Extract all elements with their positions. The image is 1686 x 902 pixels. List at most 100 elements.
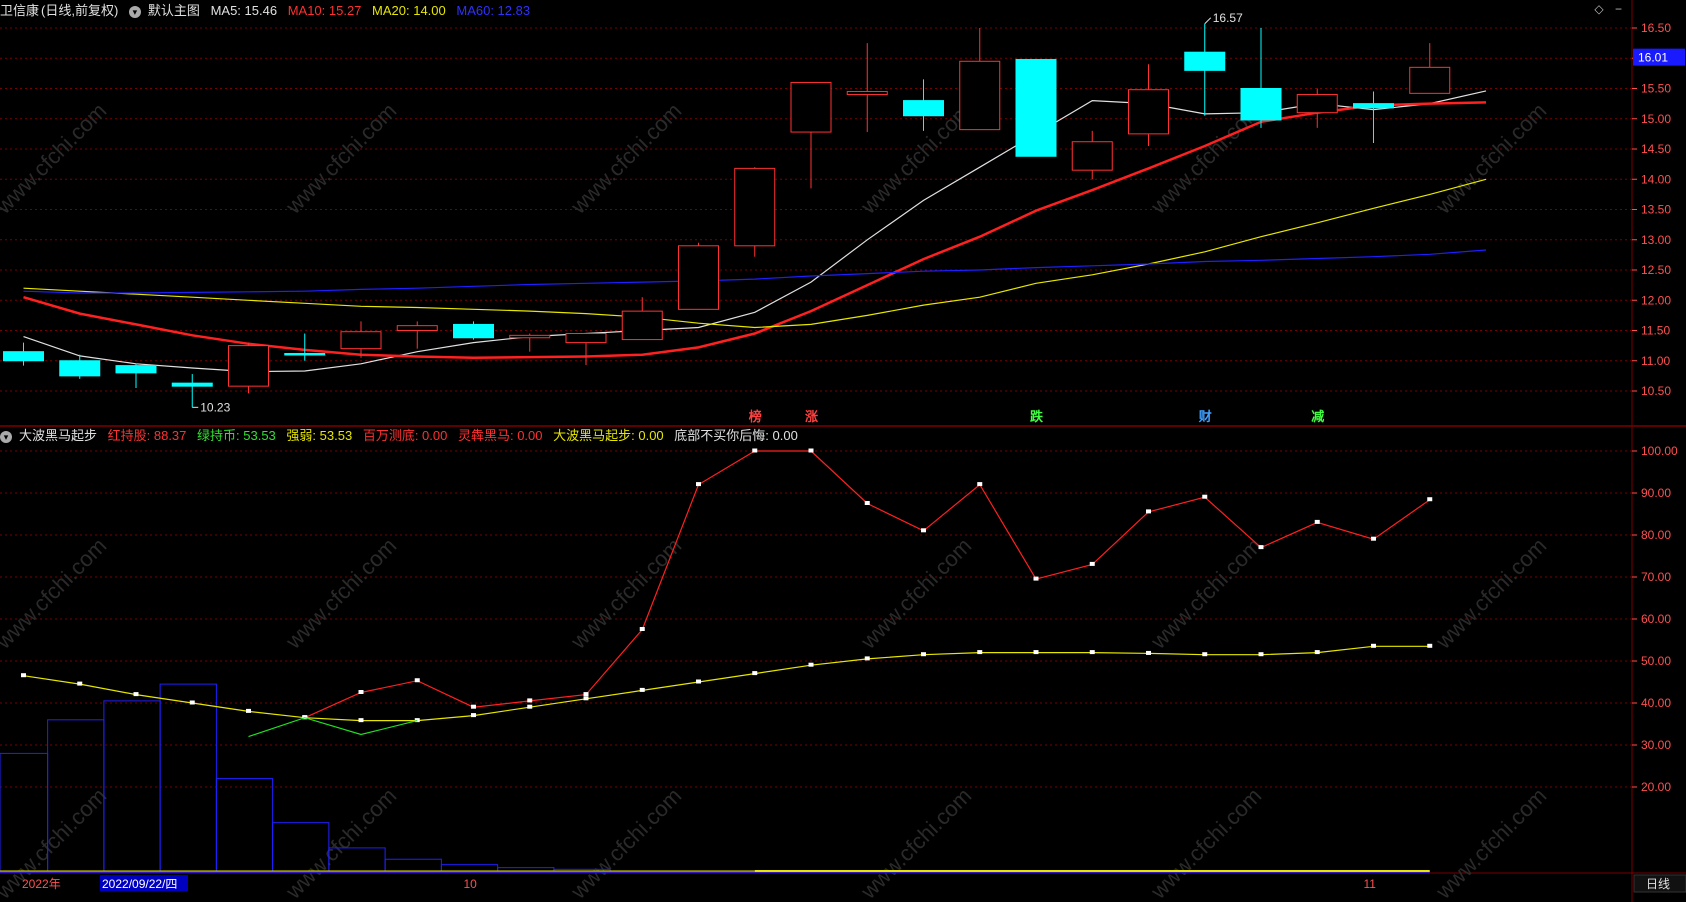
y-tick-label: 10.50 [1641, 384, 1671, 398]
y-tick-label: 16.50 [1641, 21, 1671, 35]
period-info: (日线,前复权) [41, 3, 119, 18]
y-tick-label: 15.50 [1641, 82, 1671, 96]
indicator-point [1314, 650, 1320, 655]
chevron-down-icon[interactable]: ▾ [0, 430, 12, 443]
main-chart-header: 卫信康 (日线,前复权) ▾ 默认主图 MA5: 15.46 MA10: 15.27… [0, 0, 537, 22]
candle-body [1071, 141, 1113, 171]
indicator-point [21, 673, 26, 678]
indicator-value-3: 强弱: 53.53 [286, 428, 353, 443]
y-tick-label: 30.00 [1641, 738, 1671, 752]
indicator-name[interactable]: 大波黑马起步 [19, 428, 97, 443]
indicator-point [189, 700, 195, 705]
indicator-point [358, 690, 364, 694]
y-tick-label: 100.00 [1641, 444, 1678, 458]
indicator-point [921, 652, 926, 657]
y-tick-label: 90.00 [1641, 486, 1671, 500]
indicator-point [1089, 561, 1095, 566]
candle-body [115, 365, 157, 374]
indicator-header: ▾ 大波黑马起步 红持股: 88.37 绿持币: 53.53 强弱: 53.53 … [0, 425, 805, 447]
indicator-point [583, 696, 589, 701]
indicator-point [1146, 650, 1151, 655]
indicator-point [471, 704, 476, 709]
indicator-point [696, 679, 701, 684]
y-tick-label: 14.00 [1641, 172, 1671, 186]
chevron-down-icon[interactable]: ▾ [128, 5, 141, 18]
current-price-label: 16.01 [1638, 51, 1668, 65]
indicator-point [471, 713, 476, 718]
ma5-value: MA5: 15.46 [210, 3, 278, 18]
y-tick-label: 70.00 [1641, 570, 1671, 584]
period-button-label: 日线 [1646, 877, 1670, 891]
indicator-point [639, 687, 645, 692]
indicator-point [864, 656, 870, 661]
indicator-value-5: 灵犇黑马: 0.00 [457, 428, 543, 443]
signal-label: 减 [1311, 409, 1324, 424]
candle-body [678, 245, 719, 310]
stock-name[interactable]: 卫信康 [0, 3, 39, 18]
y-tick-label: 13.00 [1641, 233, 1671, 247]
candle-body [396, 325, 438, 332]
signal-label: 财 [1199, 409, 1212, 424]
indicator-point [752, 448, 758, 453]
y-tick-label: 80.00 [1641, 528, 1671, 542]
candle-body [565, 333, 607, 344]
y-tick-label: 11.50 [1641, 324, 1670, 338]
indicator-point [358, 718, 364, 723]
indicator-value-6: 大波黑马起步: 0.00 [553, 428, 664, 443]
candle [678, 242, 719, 310]
candle [734, 167, 776, 257]
candle-body [1015, 58, 1057, 157]
candle-body [1184, 51, 1226, 71]
indicator-value-1: 红持股: 88.37 [107, 428, 187, 443]
indicator-point [864, 501, 870, 505]
y-tick-label: 12.50 [1641, 263, 1671, 277]
candle-body [228, 345, 269, 387]
main-chart-label[interactable]: 默认主图 [148, 3, 200, 18]
y-tick-label: 15.00 [1641, 112, 1671, 126]
ma10-value: MA10: 15.27 [287, 3, 362, 18]
indicator-point [921, 528, 926, 533]
y-tick-label: 13.50 [1641, 203, 1671, 217]
signal-label: 涨 [804, 409, 818, 424]
x-tick-label: 11 [1364, 877, 1377, 891]
candle-body [903, 100, 944, 117]
indicator-point [1202, 652, 1208, 657]
y-tick-label: 11.00 [1641, 354, 1670, 368]
y-tick-label: 60.00 [1641, 612, 1671, 626]
indicator-point [77, 681, 83, 686]
indicator-point [133, 692, 139, 697]
signal-label: 榜 [749, 409, 762, 424]
ma20-value: MA20: 14.00 [372, 3, 446, 18]
signal-label: 跌 [1030, 409, 1044, 424]
indicator-point [583, 692, 589, 697]
indicator-value-2: 绿持币: 53.53 [197, 428, 276, 443]
indicator-point [1033, 576, 1039, 581]
candle-body [1409, 66, 1451, 94]
indicator-point [696, 482, 701, 487]
candle-body [1128, 89, 1169, 135]
x-tick-label: 2022年 [22, 877, 61, 891]
x-tick-label: 2022/09/22/四 [102, 877, 177, 891]
y-tick-label: 40.00 [1641, 696, 1671, 710]
candle-body [284, 352, 326, 356]
price-annotation: 10.23 [200, 400, 230, 414]
indicator-value-4: 百万测底: 0.00 [362, 428, 448, 443]
indicator-point [808, 448, 814, 453]
indicator-point [1258, 545, 1264, 550]
indicator-point [1371, 536, 1376, 541]
indicator-value-7: 底部不买你后悔: 0.00 [674, 428, 798, 443]
price-annotation: 16.57 [1213, 11, 1243, 25]
indicator-point [977, 650, 983, 655]
candle-body [340, 331, 382, 350]
diamond-icon[interactable]: ◇ [1594, 2, 1603, 16]
candle [228, 342, 269, 394]
indicator-point [1371, 643, 1376, 648]
candle-body [3, 351, 44, 362]
minimize-icon[interactable]: − [1615, 2, 1622, 16]
indicator-point [1202, 494, 1208, 499]
indicator-point [1089, 650, 1095, 655]
indicator-point [527, 698, 533, 703]
candle-body [790, 81, 832, 133]
indicator-point [639, 627, 645, 631]
candle-body [621, 310, 663, 341]
